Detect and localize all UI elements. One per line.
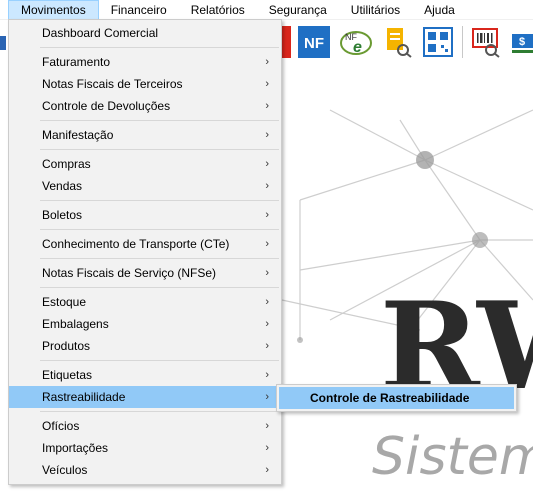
menu-item-label: Conhecimento de Transporte (CTe) <box>42 237 230 251</box>
menu-item-oficios[interactable]: Ofícios › <box>9 415 281 437</box>
menu-separator <box>9 117 281 124</box>
menu-utilitarios[interactable]: Utilitários <box>339 0 412 20</box>
submenu-arrow-icon: › <box>265 180 269 192</box>
submenu-arrow-icon: › <box>265 78 269 90</box>
menu-financeiro[interactable]: Financeiro <box>99 0 179 20</box>
menu-item-label: Ofícios <box>42 419 80 433</box>
barcode-search-icon[interactable] <box>470 26 502 58</box>
submenu-arrow-icon: › <box>265 296 269 308</box>
menu-item-dashboard-comercial[interactable]: Dashboard Comercial <box>9 22 281 44</box>
menu-separator <box>9 255 281 262</box>
svg-text:$: $ <box>519 36 525 48</box>
menu-relatorios[interactable]: Relatórios <box>179 0 257 20</box>
menu-item-label: Faturamento <box>42 55 111 69</box>
menu-item-label: Boletos <box>42 208 83 222</box>
submenu-arrow-icon: › <box>265 464 269 476</box>
submenu-arrow-icon: › <box>265 56 269 68</box>
menu-separator <box>9 44 281 51</box>
menu-item-veiculos[interactable]: Veículos › <box>9 459 281 481</box>
menu-separator <box>9 357 281 364</box>
menu-item-produtos[interactable]: Produtos › <box>9 335 281 357</box>
movimentos-dropdown: Dashboard Comercial Faturamento › Notas Fis… <box>8 19 282 485</box>
nf-icon[interactable]: NF <box>298 26 330 58</box>
menu-movimentos[interactable]: Movimentos <box>8 0 99 20</box>
menu-item-label: Embalagens <box>42 317 109 331</box>
menu-item-notas-fiscais-de-terceiros[interactable]: Notas Fiscais de Terceiros › <box>9 73 281 95</box>
menu-item-manifestacao[interactable]: Manifestação › <box>9 124 281 146</box>
toolbar-separator <box>462 26 463 58</box>
document-search-icon[interactable] <box>381 26 413 58</box>
submenu-arrow-icon: › <box>265 158 269 170</box>
submenu-arrow-icon: › <box>265 129 269 141</box>
menu-separator <box>9 408 281 415</box>
menu-separator <box>9 197 281 204</box>
menu-item-vendas[interactable]: Vendas › <box>9 175 281 197</box>
menu-item-label: Notas Fiscais de Terceiros <box>42 77 183 91</box>
submenu-arrow-icon: › <box>265 369 269 381</box>
menu-item-label: Vendas <box>42 179 83 193</box>
menu-item-label: Manifestação <box>42 128 114 142</box>
menu-item-embalagens[interactable]: Embalagens › <box>9 313 281 335</box>
menu-item-rastreabilidade[interactable]: Rastreabilidade › <box>9 386 281 408</box>
nf-icon-label: NF <box>304 35 324 52</box>
menu-separator <box>9 284 281 291</box>
menu-item-etiquetas[interactable]: Etiquetas › <box>9 364 281 386</box>
menu-item-estoque[interactable]: Estoque › <box>9 291 281 313</box>
menu-item-faturamento[interactable]: Faturamento › <box>9 51 281 73</box>
qr-code-icon[interactable] <box>422 26 454 58</box>
menu-seguranca[interactable]: Segurança <box>257 0 339 20</box>
menu-item-controle-de-devolucoes[interactable]: Controle de Devoluções › <box>9 95 281 117</box>
submenu-arrow-icon: › <box>265 209 269 221</box>
menu-ajuda[interactable]: Ajuda <box>412 0 467 20</box>
submenu-item-controle-de-rastreabilidade[interactable]: Controle de Rastreabilidade <box>279 387 514 409</box>
menu-item-label: Rastreabilidade <box>42 390 126 404</box>
menu-item-label: Etiquetas <box>42 368 93 382</box>
menu-item-compras[interactable]: Compras › <box>9 153 281 175</box>
submenu-arrow-icon: › <box>265 340 269 352</box>
nfe-icon[interactable]: NF e <box>340 26 372 58</box>
svg-text:e: e <box>353 39 362 56</box>
menu-item-label: Dashboard Comercial <box>42 26 159 40</box>
nf-red-icon[interactable] <box>281 26 291 58</box>
menu-separator <box>9 226 281 233</box>
menu-bar: Movimentos Financeiro Relatórios Seguran… <box>0 0 533 20</box>
submenu-arrow-icon: › <box>265 420 269 432</box>
menu-item-importacoes[interactable]: Importações › <box>9 437 281 459</box>
menu-item-label: Produtos <box>42 339 91 353</box>
menu-item-label: Controle de Devoluções <box>42 99 171 113</box>
logo-tagline: Sistem <box>372 427 533 487</box>
menu-item-label: Importações <box>42 441 109 455</box>
submenu-arrow-icon: › <box>265 238 269 250</box>
menu-item-boletos[interactable]: Boletos › <box>9 204 281 226</box>
menu-item-label: Notas Fiscais de Serviço (NFSe) <box>42 266 217 280</box>
money-icon[interactable]: $ <box>510 26 533 58</box>
menu-item-label: Compras <box>42 157 91 171</box>
submenu-arrow-icon: › <box>265 318 269 330</box>
submenu-arrow-icon: › <box>265 442 269 454</box>
submenu-arrow-icon: › <box>265 100 269 112</box>
menu-item-conhecimento-de-transporte-cte[interactable]: Conhecimento de Transporte (CTe) › <box>9 233 281 255</box>
menu-item-notas-fiscais-de-servico-nfse[interactable]: Notas Fiscais de Serviço (NFSe) › <box>9 262 281 284</box>
menu-separator <box>9 146 281 153</box>
rastreabilidade-submenu: Controle de Rastreabilidade <box>276 384 517 412</box>
submenu-arrow-icon: › <box>265 267 269 279</box>
submenu-arrow-icon: › <box>265 391 269 403</box>
menu-item-label: Estoque <box>42 295 87 309</box>
menu-item-label: Veículos <box>42 463 88 477</box>
